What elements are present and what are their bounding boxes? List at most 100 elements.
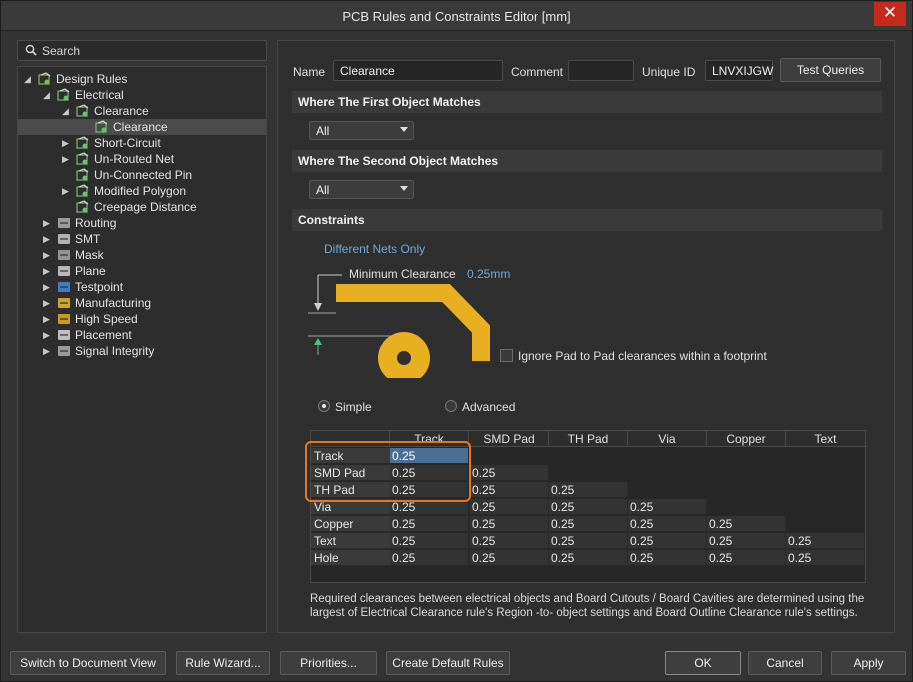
clearance-cell[interactable]: 0.25 — [786, 533, 865, 549]
chevron-right-icon[interactable]: ▶ — [62, 183, 72, 199]
tree-item-label: Electrical — [75, 88, 124, 102]
column-header-copper: Copper — [707, 431, 786, 447]
chevron-right-icon[interactable]: ▶ — [43, 279, 53, 295]
chevron-down-icon[interactable]: ◢ — [24, 71, 34, 87]
tree-item-label: Un-Routed Net — [94, 152, 175, 166]
clearance-cell[interactable]: 0.25 — [786, 550, 865, 566]
routing-icon — [58, 218, 70, 228]
chevron-right-icon[interactable]: ▶ — [43, 231, 53, 247]
clearance-cell[interactable]: 0.25 — [628, 516, 707, 532]
tree-item-clearance[interactable]: Clearance — [18, 119, 266, 135]
chevron-right-icon[interactable]: ▶ — [43, 343, 53, 359]
test-queries-button[interactable]: Test Queries — [780, 58, 881, 82]
chevron-right-icon[interactable]: ▶ — [43, 263, 53, 279]
column-header-text: Text — [786, 431, 866, 447]
row-header-hole: Hole — [311, 550, 390, 566]
comment-field[interactable] — [568, 60, 634, 81]
tree-item-label: Clearance — [94, 104, 149, 118]
advanced-radio[interactable] — [445, 400, 457, 412]
tree-item-high-speed[interactable]: ▶ High Speed — [18, 311, 266, 327]
chevron-right-icon[interactable]: ▶ — [62, 135, 72, 151]
clearance-cell[interactable]: 0.25 — [549, 550, 628, 566]
tree-item-signal-integrity[interactable]: ▶ Signal Integrity — [18, 343, 266, 359]
tree-item-manufacturing[interactable]: ▶ Manufacturing — [18, 295, 266, 311]
clearance-cell[interactable]: 0.25 — [628, 499, 707, 515]
min-clearance-value[interactable]: 0.25mm — [467, 267, 510, 281]
clearance-cell[interactable]: 0.25 — [549, 482, 628, 498]
tree-item-label: Creepage Distance — [94, 200, 197, 214]
chevron-right-icon[interactable]: ▶ — [43, 295, 53, 311]
tree-item-un-connected-pin[interactable]: Un-Connected Pin — [18, 167, 266, 183]
tree-item-label: Un-Connected Pin — [94, 168, 193, 182]
tree-item-plane[interactable]: ▶ Plane — [18, 263, 266, 279]
tree-item-label: Plane — [75, 264, 106, 278]
clearance-cell[interactable]: 0.25 — [707, 550, 786, 566]
clearance-cell[interactable]: 0.25 — [628, 550, 707, 566]
chevron-right-icon[interactable]: ▶ — [43, 327, 53, 343]
clearance-cell[interactable]: 0.25 — [470, 550, 549, 566]
clearance-cell[interactable]: 0.25 — [470, 533, 549, 549]
tree-item-clearance[interactable]: ◢ Clearance — [18, 103, 266, 119]
name-label: Name — [293, 65, 326, 79]
tree-item-testpoint[interactable]: ▶ Testpoint — [18, 279, 266, 295]
clearance-cell[interactable]: 0.25 — [470, 499, 549, 515]
tree-item-label: Signal Integrity — [75, 344, 155, 358]
unique-id-field[interactable]: LNVXIJGW — [705, 60, 773, 81]
clearance-cell[interactable]: 0.25 — [470, 465, 549, 481]
tree-item-label: Mask — [75, 248, 104, 262]
priorities-button[interactable]: Priorities... — [280, 651, 377, 675]
rule-icon — [76, 136, 89, 149]
close-button[interactable]: ✕ — [874, 2, 906, 26]
clearance-cell[interactable]: 0.25 — [628, 533, 707, 549]
create-default-rules-button[interactable]: Create Default Rules — [386, 651, 510, 675]
tree-item-creepage-distance[interactable]: Creepage Distance — [18, 199, 266, 215]
name-field[interactable]: Clearance — [333, 60, 503, 81]
clearance-cell[interactable]: 0.25 — [390, 516, 469, 532]
clearance-cell[interactable]: 0.25 — [707, 516, 786, 532]
simple-label: Simple — [335, 400, 372, 414]
tree-item-mask[interactable]: ▶ Mask — [18, 247, 266, 263]
apply-button[interactable]: Apply — [831, 651, 906, 675]
min-clearance-label: Minimum Clearance — [349, 267, 456, 281]
net-scope-dropdown[interactable]: Different Nets Only — [324, 242, 425, 256]
clearance-cell[interactable]: 0.25 — [707, 533, 786, 549]
search-input[interactable]: Search — [42, 44, 80, 58]
chevron-right-icon[interactable]: ▶ — [43, 247, 53, 263]
second-match-dropdown[interactable]: All — [309, 180, 414, 199]
window-title: PCB Rules and Constraints Editor [mm] — [342, 9, 571, 24]
clearance-cell[interactable]: 0.25 — [549, 516, 628, 532]
title-bar: PCB Rules and Constraints Editor [mm] ✕ — [1, 1, 912, 31]
tree-item-modified-polygon[interactable]: ▶ Modified Polygon — [18, 183, 266, 199]
tree-item-electrical[interactable]: ◢ Electrical — [18, 87, 266, 103]
chevron-down-icon[interactable]: ◢ — [43, 87, 53, 103]
search-icon — [25, 44, 37, 56]
clearance-cell[interactable]: 0.25 — [470, 482, 549, 498]
switch-document-view-button[interactable]: Switch to Document View — [10, 651, 166, 675]
tree-item-label: Modified Polygon — [94, 184, 187, 198]
first-match-dropdown[interactable]: All — [309, 121, 414, 140]
chevron-right-icon[interactable]: ▶ — [62, 151, 72, 167]
ok-button[interactable]: OK — [665, 651, 741, 675]
cancel-button[interactable]: Cancel — [748, 651, 822, 675]
clearance-cell[interactable]: 0.25 — [549, 533, 628, 549]
rule-wizard-button[interactable]: Rule Wizard... — [176, 651, 270, 675]
tree-item-placement[interactable]: ▶ Placement — [18, 327, 266, 343]
row-header-text: Text — [311, 533, 390, 549]
clearance-cell[interactable]: 0.25 — [390, 550, 469, 566]
rule-icon — [76, 152, 89, 165]
tree-item-un-routed-net[interactable]: ▶ Un-Routed Net — [18, 151, 266, 167]
chevron-down-icon[interactable]: ◢ — [62, 103, 72, 119]
chevron-right-icon[interactable]: ▶ — [43, 215, 53, 231]
tree-item-smt[interactable]: ▶ SMT — [18, 231, 266, 247]
search-box[interactable]: Search — [17, 40, 267, 61]
tree-item-label: Short-Circuit — [94, 136, 161, 150]
clearance-cell[interactable]: 0.25 — [390, 533, 469, 549]
clearance-cell[interactable]: 0.25 — [549, 499, 628, 515]
ignore-pad-checkbox[interactable] — [500, 349, 513, 362]
simple-radio[interactable] — [318, 400, 330, 412]
tree-item-design-rules[interactable]: ◢ Design Rules — [18, 71, 266, 87]
chevron-right-icon[interactable]: ▶ — [43, 311, 53, 327]
tree-item-short-circuit[interactable]: ▶ Short-Circuit — [18, 135, 266, 151]
clearance-cell[interactable]: 0.25 — [470, 516, 549, 532]
tree-item-routing[interactable]: ▶ Routing — [18, 215, 266, 231]
